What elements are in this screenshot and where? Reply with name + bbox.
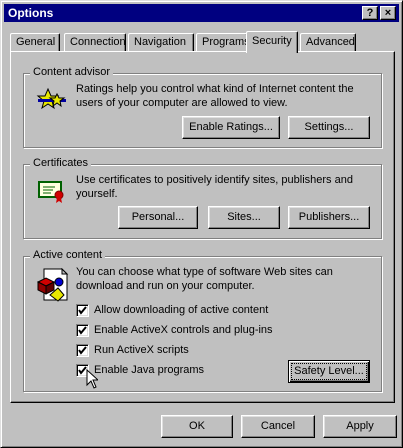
run-activex-scripts-checkbox[interactable]: [76, 344, 89, 357]
run-activex-scripts-label: Run ActiveX scripts: [94, 344, 189, 356]
ratings-icon: [36, 87, 66, 110]
tab-connection[interactable]: Connection: [64, 33, 126, 51]
active-content-description: You can choose what type of software Web…: [76, 266, 333, 292]
safety-level-button[interactable]: Safety Level...: [288, 360, 370, 383]
window-title: Options: [8, 6, 54, 20]
active-content-shapes-icon: [37, 268, 69, 302]
certificates-title: Certificates: [30, 157, 92, 169]
check-mark-icon: [78, 346, 87, 355]
tab-security[interactable]: Security: [246, 31, 298, 53]
help-button[interactable]: ?: [362, 6, 378, 20]
enable-activex-checkbox[interactable]: [76, 324, 89, 337]
tab-navigation[interactable]: Navigation: [128, 33, 194, 51]
active-content-title: Active content: [30, 249, 106, 261]
tab-programs[interactable]: Programs: [196, 33, 250, 51]
ratings-settings-button[interactable]: Settings...: [288, 116, 370, 139]
certificate-icon: [38, 181, 64, 203]
enable-java-label: Enable Java programs: [94, 364, 205, 376]
mouse-cursor-icon: [86, 369, 98, 389]
content-advisor-title: Content advisor: [30, 66, 114, 78]
content-advisor-description: Ratings help you control what kind of In…: [76, 83, 354, 109]
active-content-group: Active content You can choose what type …: [23, 249, 382, 392]
close-button[interactable]: ×: [380, 6, 396, 20]
security-tab-panel: Content advisor Ratings help you control…: [10, 51, 395, 403]
apply-button[interactable]: Apply: [323, 415, 397, 438]
enable-activex-label: Enable ActiveX controls and plug-ins: [94, 324, 273, 336]
ok-button[interactable]: OK: [161, 415, 233, 438]
check-mark-icon: [78, 306, 87, 315]
site-certificates-button[interactable]: Sites...: [208, 206, 280, 229]
content-advisor-group: Content advisor Ratings help you control…: [23, 66, 382, 148]
personal-certificates-button[interactable]: Personal...: [118, 206, 198, 229]
tab-advanced[interactable]: Advanced: [300, 33, 356, 51]
options-dialog: Options ? × General Connection Navigatio…: [0, 0, 403, 448]
cancel-button[interactable]: Cancel: [241, 415, 315, 438]
title-bar[interactable]: Options ? ×: [4, 4, 399, 22]
publisher-certificates-button[interactable]: Publishers...: [288, 206, 370, 229]
tab-general[interactable]: General: [10, 33, 60, 51]
enable-ratings-button[interactable]: Enable Ratings...: [182, 116, 280, 139]
check-mark-icon: [78, 326, 87, 335]
allow-downloading-label: Allow downloading of active content: [94, 304, 269, 316]
certificates-group: Certificates Use certificates to positiv…: [23, 157, 382, 239]
allow-downloading-checkbox[interactable]: [76, 304, 89, 317]
certificates-description: Use certificates to positively identify …: [76, 174, 353, 200]
